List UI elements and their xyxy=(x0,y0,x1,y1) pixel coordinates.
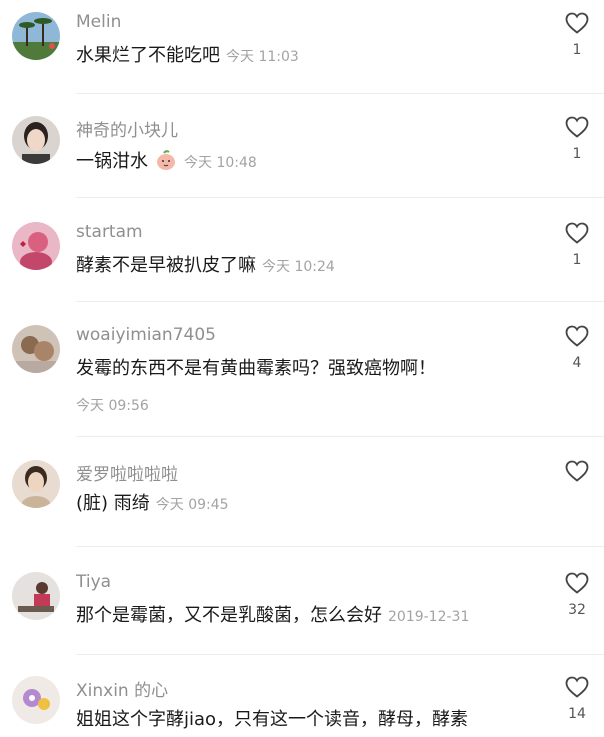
heart-icon xyxy=(565,222,589,244)
comment-time: 今天 10:48 xyxy=(184,155,257,171)
comment-text: 水果烂了不能吃吧 xyxy=(76,45,220,66)
heart-icon xyxy=(565,460,589,482)
comment-item: Tiya 那个是霉菌，又不是乳酸菌，怎么会好 2019-12-31 32 xyxy=(0,560,604,652)
comment-body: 发霉的东西不是有黄曲霉素吗？强致癌物啊！ xyxy=(76,357,436,381)
avatar-palm-trees[interactable] xyxy=(12,12,60,60)
heart-icon xyxy=(565,116,589,138)
comment-text: 发霉的东西不是有黄曲霉素吗？强致癌物啊！ xyxy=(76,358,436,379)
like-button[interactable]: 4 xyxy=(562,325,592,371)
peach-face-emoji xyxy=(154,148,178,172)
comment-item: 爱罗啦啦啦啦 (脏) 雨绮 今天 09:45 xyxy=(0,448,604,540)
avatar-woman-portrait[interactable] xyxy=(12,460,60,508)
comment-time: 今天 11:03 xyxy=(226,49,299,65)
like-count: 1 xyxy=(572,42,582,58)
avatar-sitting-figure[interactable] xyxy=(12,572,60,620)
divider xyxy=(76,301,604,302)
heart-icon xyxy=(565,12,589,34)
comment-username[interactable]: Tiya xyxy=(76,572,111,592)
comment-text: 酵素不是早被扒皮了嘛 xyxy=(76,255,256,276)
comment-item: 神奇的小块儿 一锅泔水 今天 10:48 1 xyxy=(0,104,604,196)
heart-icon xyxy=(565,572,589,594)
avatar-pink-figure[interactable] xyxy=(12,222,60,270)
like-button[interactable] xyxy=(562,460,592,506)
comment-body: 一锅泔水 今天 10:48 xyxy=(76,148,257,175)
comment-username[interactable]: Melin xyxy=(76,12,121,32)
like-count: 1 xyxy=(572,252,582,268)
like-count xyxy=(562,490,592,506)
comment-item: startam 酵素不是早被扒皮了嘛 今天 10:24 1 xyxy=(0,210,604,302)
divider xyxy=(76,654,604,655)
divider xyxy=(76,436,604,437)
avatar-cartoon[interactable] xyxy=(12,676,60,724)
divider xyxy=(76,546,604,547)
comment-username[interactable]: woaiyimian7405 xyxy=(76,325,216,345)
comment-text: (脏) 雨绮 xyxy=(76,493,150,514)
comment-body: 姐姐这个字酵jiao，只有这一个读音，酵母，酵素 xyxy=(76,708,468,732)
comment-username[interactable]: Xinxin 的心 xyxy=(76,676,168,701)
comment-item: woaiyimian7405 发霉的东西不是有黄曲霉素吗？强致癌物啊！ 今天 0… xyxy=(0,313,604,435)
avatar-bear-toy[interactable] xyxy=(12,325,60,373)
divider xyxy=(76,197,604,198)
comment-username[interactable]: 爱罗啦啦啦啦 xyxy=(76,460,178,485)
comment-text: 那个是霉菌，又不是乳酸菌，怎么会好 xyxy=(76,605,382,626)
comment-text: 姐姐这个字酵jiao，只有这一个读音，酵母，酵素 xyxy=(76,709,469,730)
like-count: 32 xyxy=(568,602,586,618)
comment-username[interactable]: 神奇的小块儿 xyxy=(76,116,178,141)
comment-item: Xinxin 的心 姐姐这个字酵jiao，只有这一个读音，酵母，酵素 14 xyxy=(0,664,604,737)
comment-time: 2019-12-31 xyxy=(388,609,470,625)
like-button[interactable]: 1 xyxy=(562,12,592,58)
comment-username[interactable]: startam xyxy=(76,222,143,242)
like-button[interactable]: 1 xyxy=(562,116,592,162)
like-button[interactable]: 1 xyxy=(562,222,592,268)
comment-list: Melin 水果烂了不能吃吧 今天 11:03 1 神奇的小块儿 一锅泔水 今天 1… xyxy=(0,0,604,737)
like-count: 14 xyxy=(568,706,586,722)
like-button[interactable]: 14 xyxy=(562,676,592,722)
heart-icon xyxy=(565,676,589,698)
comment-body: (脏) 雨绮 今天 09:45 xyxy=(76,492,229,517)
comment-text: 一锅泔水 xyxy=(76,151,148,172)
comment-item: Melin 水果烂了不能吃吧 今天 11:03 1 xyxy=(0,0,604,92)
divider xyxy=(76,93,604,94)
like-count: 4 xyxy=(572,355,582,371)
comment-time: 今天 09:45 xyxy=(155,497,229,513)
comment-body: 水果烂了不能吃吧 今天 11:03 xyxy=(76,44,299,69)
comment-time: 今天 10:24 xyxy=(262,259,335,275)
comment-body: 酵素不是早被扒皮了嘛 今天 10:24 xyxy=(76,254,335,279)
avatar-girl-portrait[interactable] xyxy=(12,116,60,164)
like-button[interactable]: 32 xyxy=(562,572,592,618)
comment-body: 那个是霉菌，又不是乳酸菌，怎么会好 2019-12-31 xyxy=(76,604,469,629)
like-count: 1 xyxy=(572,146,582,162)
comment-time: 今天 09:56 xyxy=(76,398,149,414)
heart-icon xyxy=(565,325,589,347)
